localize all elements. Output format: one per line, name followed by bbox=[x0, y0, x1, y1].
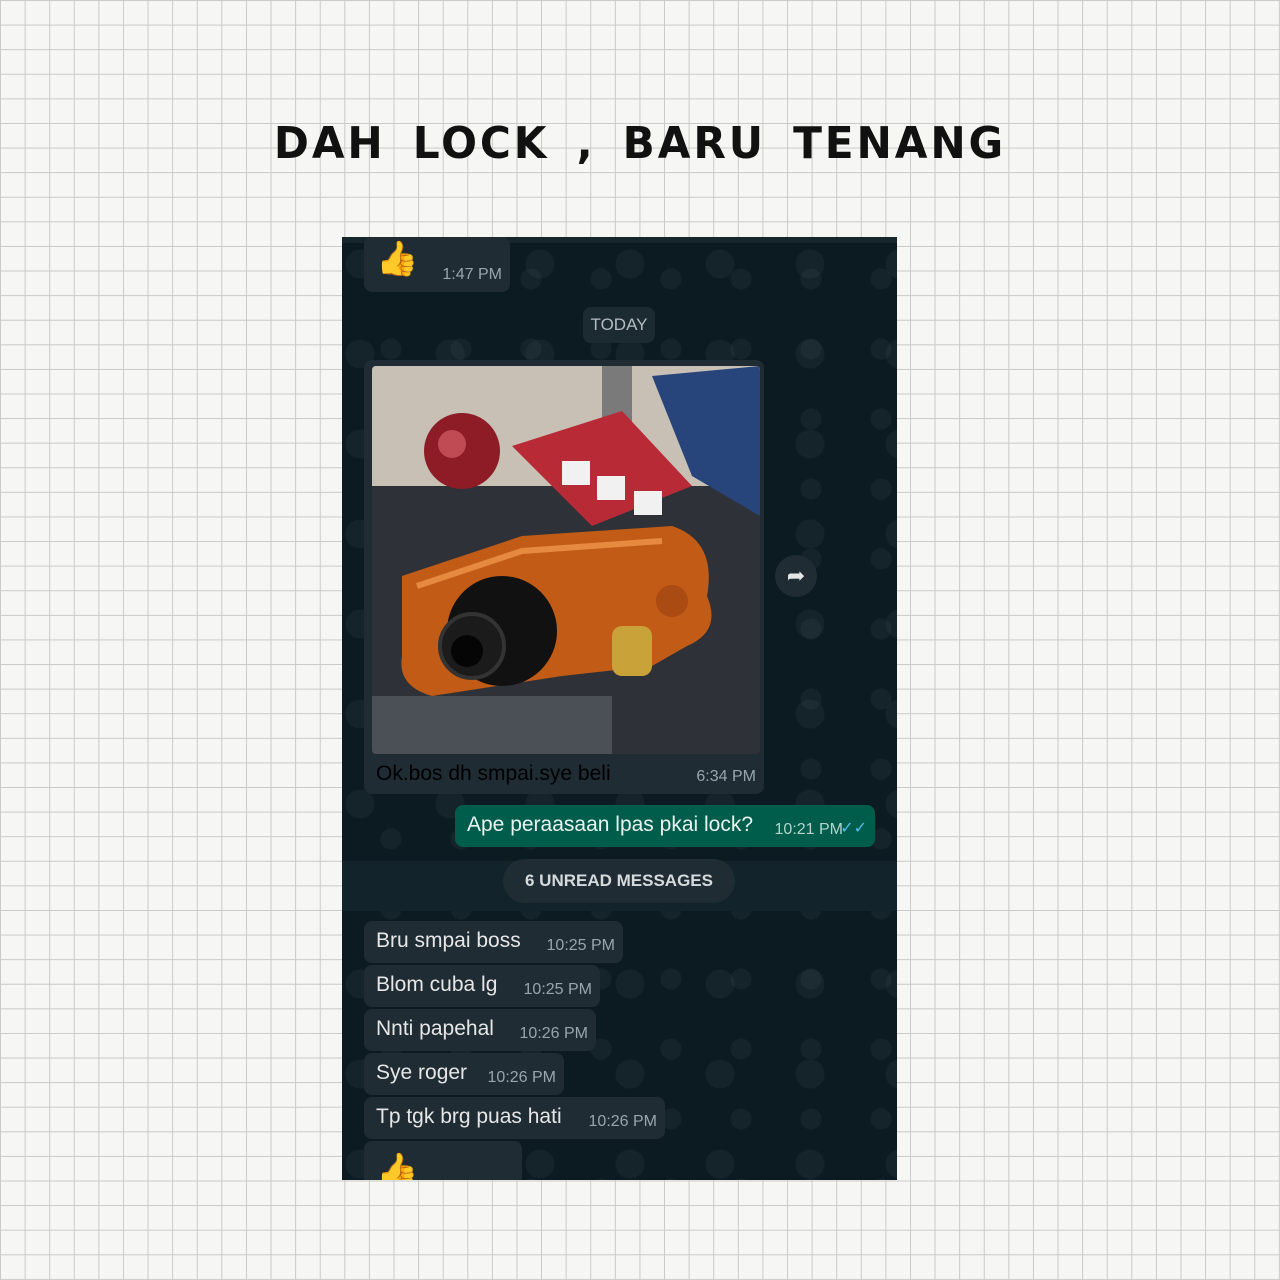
thumbs-up-emoji: 👍 bbox=[376, 240, 419, 278]
message-time: 1:47 PM bbox=[442, 266, 502, 283]
unread-divider: 6 UNREAD MESSAGES bbox=[503, 859, 735, 903]
message-time: 10:25 PM bbox=[546, 937, 615, 954]
message-time: 10:21 PM bbox=[774, 821, 843, 838]
message-text: Bru smpai boss bbox=[376, 929, 521, 952]
message-bubble[interactable]: Blom cuba lg 10:25 PM bbox=[364, 965, 600, 1007]
message-bubble[interactable]: Sye roger 10:26 PM bbox=[364, 1053, 564, 1095]
message-time: 10:25 PM bbox=[523, 981, 592, 998]
message-text: Nnti papehal bbox=[376, 1017, 494, 1040]
sent-message[interactable]: Ape peraasaan lpas pkai lock? 10:21 PM ✓… bbox=[455, 805, 875, 847]
message-text: Tp tgk brg puas hati bbox=[376, 1105, 562, 1128]
message-bubble[interactable]: Bru smpai boss 10:25 PM bbox=[364, 921, 623, 963]
double-check-icon: ✓✓ bbox=[840, 820, 867, 837]
lever-lock-photo bbox=[372, 366, 760, 754]
headline-caption: DAH LOCK , BARU TENANG bbox=[273, 118, 1007, 169]
message-bubble[interactable]: Nnti papehal 10:26 PM bbox=[364, 1009, 596, 1051]
message-time: 10:26 PM bbox=[588, 1113, 657, 1130]
message-thumbs-up-last[interactable]: 👍 bbox=[364, 1141, 522, 1180]
message-time: 10:26 PM bbox=[487, 1069, 556, 1086]
forward-arrow-icon: ➦ bbox=[786, 563, 806, 588]
date-divider: TODAY bbox=[583, 307, 655, 343]
chat-screenshot: 👍 1:47 PM TODAY Ok.bos dh smpai.sye beli… bbox=[342, 237, 897, 1180]
message-text: Sye roger bbox=[376, 1061, 468, 1084]
image-caption: Ok.bos dh smpai.sye beli bbox=[376, 762, 611, 785]
message-text: Blom cuba lg bbox=[376, 973, 498, 996]
forward-button[interactable]: ➦ bbox=[775, 555, 817, 597]
image-message[interactable]: Ok.bos dh smpai.sye beli 6:34 PM bbox=[364, 360, 764, 794]
message-time: 10:26 PM bbox=[519, 1025, 588, 1042]
sent-message-text: Ape peraasaan lpas pkai lock? bbox=[467, 813, 754, 836]
message-bubble[interactable]: Tp tgk brg puas hati 10:26 PM bbox=[364, 1097, 665, 1139]
message-thumbs-up-previous[interactable]: 👍 1:47 PM bbox=[364, 237, 510, 292]
photo-thumbnail[interactable] bbox=[372, 366, 760, 754]
thumbs-up-emoji: 👍 bbox=[376, 1152, 419, 1180]
message-time: 6:34 PM bbox=[696, 768, 756, 785]
